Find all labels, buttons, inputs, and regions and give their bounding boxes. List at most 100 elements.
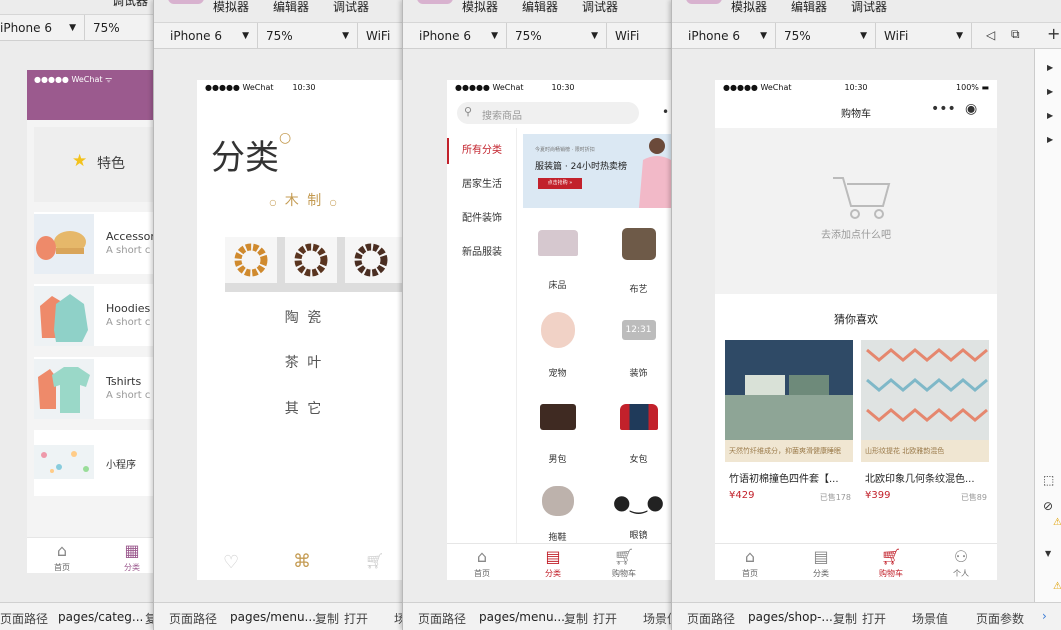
device-select[interactable]: iPhone 6 ▼ bbox=[411, 23, 507, 49]
expand-arrow-icon[interactable]: ▶ bbox=[1047, 135, 1053, 144]
category-tea[interactable]: 茶 叶 bbox=[197, 352, 410, 372]
tshirt-image bbox=[38, 367, 90, 413]
more-icon[interactable]: ••• bbox=[931, 101, 956, 117]
mute-icon[interactable]: ◁ bbox=[986, 28, 995, 42]
chevron-right-icon[interactable]: › bbox=[1042, 609, 1047, 623]
device-select[interactable]: iPhone 6 ▼ bbox=[162, 23, 258, 49]
product-item[interactable]: 宠物 bbox=[517, 306, 598, 386]
product-item[interactable]: 拖鞋 bbox=[517, 478, 598, 543]
featured-banner[interactable]: ★ 特色 bbox=[34, 127, 155, 202]
menu-debugger[interactable]: 调试器 bbox=[582, 0, 618, 15]
open-link[interactable]: 打开 bbox=[862, 610, 886, 627]
expand-arrow-icon[interactable]: ▶ bbox=[1047, 63, 1053, 72]
banner-cta-button[interactable]: 点击抢购 » bbox=[538, 178, 582, 189]
product-item[interactable]: 布艺 bbox=[598, 220, 678, 300]
miniprogram-item[interactable]: 小程序 bbox=[34, 430, 155, 496]
pet-bed-icon bbox=[540, 312, 575, 348]
product-tag: 山形纹提花 北欧雅韵混色 bbox=[861, 440, 989, 462]
menu-simulator[interactable]: 模拟器 bbox=[213, 0, 249, 15]
open-link[interactable]: 打开 bbox=[344, 610, 368, 627]
tab-profile[interactable]: ⚇ 个人 bbox=[941, 546, 981, 579]
cart-icon[interactable]: 🛒︎ bbox=[365, 552, 384, 570]
simulator-window-4: 模拟器 编辑器 调试器 iPhone 6 ▼ 75% ▼ WiFi ▼ ◁ ⧉ + ●… bbox=[671, 0, 1061, 630]
page-title: 分类○ bbox=[211, 130, 292, 178]
zoom-select[interactable]: 75% ▼ bbox=[507, 23, 607, 49]
tab-cart[interactable]: 🛒︎ 购物车 bbox=[604, 546, 644, 579]
menu-debugger[interactable]: 调试器 bbox=[112, 0, 148, 9]
product-card[interactable]: 山形纹提花 北欧雅韵混色 北欧印象几何条纹混色... ¥399 已售89 bbox=[861, 340, 989, 510]
circle-icon: ○ bbox=[279, 130, 292, 146]
product-price: ¥399 bbox=[865, 490, 891, 501]
collapse-arrow-icon[interactable]: ▼ bbox=[1045, 549, 1051, 558]
product-item[interactable]: ●‿● 眼镜 bbox=[598, 478, 678, 541]
network-select[interactable]: WiFi ▼ bbox=[876, 23, 972, 49]
chevron-down-icon: ▼ bbox=[860, 31, 867, 41]
product-card[interactable]: 天然竹纤维成分，抑菌爽滑健康睡眠 竹语初棉撞色四件套【... ¥429 已售17… bbox=[725, 340, 853, 510]
copy-link[interactable]: 复制 bbox=[564, 610, 588, 627]
copy-link[interactable]: 复制 bbox=[833, 610, 857, 627]
list-item[interactable]: Hoodies A short c bbox=[34, 284, 155, 346]
zoom-select[interactable]: 75% ▼ bbox=[776, 23, 876, 49]
menu-debugger[interactable]: 调试器 bbox=[333, 0, 369, 15]
bead-card[interactable] bbox=[345, 237, 410, 283]
product-sold: 已售178 bbox=[819, 493, 851, 502]
network-select[interactable]: WiFi bbox=[607, 23, 678, 49]
zoom-select[interactable]: 75% ▼ bbox=[258, 23, 358, 49]
menu-editor[interactable]: 编辑器 bbox=[273, 0, 309, 15]
menu-simulator[interactable]: 模拟器 bbox=[731, 0, 767, 15]
phone-screen-3: ●●●●● WeChat 10:30 ⚲ 搜索商品 • 所有分类 居家生活 配件… bbox=[447, 80, 678, 580]
sidebar-item-accessories[interactable]: 配件装饰 bbox=[447, 206, 517, 232]
search-box[interactable]: ⚲ 搜索商品 bbox=[457, 102, 639, 124]
inspect-icon[interactable]: ⬚ bbox=[1043, 473, 1054, 487]
tab-category[interactable]: ▤ 分类 bbox=[801, 546, 841, 579]
item-title: Accessor bbox=[106, 230, 155, 243]
product-item[interactable]: 12:31 装饰 bbox=[598, 306, 678, 386]
more-icon[interactable]: • bbox=[662, 105, 669, 119]
close-capsule-icon[interactable]: ◉ bbox=[965, 101, 977, 117]
bead-card[interactable] bbox=[225, 237, 277, 283]
app-icon bbox=[168, 0, 204, 4]
expand-arrow-icon[interactable]: ▶ bbox=[1047, 87, 1053, 96]
tab-cart[interactable]: 🛒︎ 购物车 bbox=[871, 546, 911, 579]
product-thumbnail bbox=[34, 359, 94, 419]
clover-icon[interactable]: ⌘ bbox=[293, 551, 311, 572]
item-subtitle: A short c bbox=[106, 245, 151, 256]
menu-simulator[interactable]: 模拟器 bbox=[462, 0, 498, 15]
open-link[interactable]: 打开 bbox=[593, 610, 617, 627]
zoom-select[interactable]: 75% bbox=[85, 15, 160, 41]
sidebar-item-home[interactable]: 居家生活 bbox=[447, 172, 517, 198]
heart-icon[interactable]: ♡ bbox=[223, 552, 239, 573]
promo-banner[interactable]: 今夏时尚畅销榜 · 限时折扣 服装篇 · 24小时热卖榜 点击抢购 » bbox=[523, 134, 678, 208]
clear-icon[interactable]: ⊘ bbox=[1043, 499, 1053, 513]
product-item[interactable]: 男包 bbox=[517, 392, 598, 472]
product-name: 竹语初棉撞色四件套【... bbox=[729, 474, 839, 485]
list-item[interactable]: Accessor A short c bbox=[34, 212, 155, 274]
chevron-down-icon: ▼ bbox=[342, 31, 349, 41]
expand-arrow-icon[interactable]: ▶ bbox=[1047, 111, 1053, 120]
bead-bracelet-image bbox=[294, 243, 328, 277]
product-item[interactable]: 床品 bbox=[517, 220, 598, 300]
bedding-icon bbox=[537, 230, 578, 256]
category-other[interactable]: 其 它 bbox=[197, 398, 410, 418]
sidebar-item-all[interactable]: 所有分类 bbox=[447, 138, 517, 164]
menu-debugger[interactable]: 调试器 bbox=[851, 0, 887, 15]
window-icon[interactable]: ⧉ bbox=[1011, 27, 1020, 42]
sidebar-item-new-clothing[interactable]: 新品服装 bbox=[447, 240, 517, 266]
category-heading[interactable]: ○ 木 制 ○ bbox=[197, 190, 410, 210]
tab-home[interactable]: ⌂ 首页 bbox=[42, 540, 82, 573]
add-icon[interactable]: + bbox=[1047, 24, 1060, 43]
tab-category[interactable]: ▦ 分类 bbox=[112, 540, 152, 573]
category-ceramic[interactable]: 陶 瓷 bbox=[197, 307, 410, 327]
menu-editor[interactable]: 编辑器 bbox=[791, 0, 827, 15]
device-select[interactable]: iPhone 6 ▼ bbox=[0, 15, 85, 41]
list-item[interactable]: Tshirts A short c bbox=[34, 357, 155, 419]
empty-cart-text: 去添加点什么吧 bbox=[821, 230, 891, 241]
bead-card[interactable] bbox=[285, 237, 337, 283]
menu-editor[interactable]: 编辑器 bbox=[522, 0, 558, 15]
tab-home[interactable]: ⌂ 首页 bbox=[462, 546, 502, 579]
tab-category[interactable]: ▤ 分类 bbox=[533, 546, 573, 579]
device-select[interactable]: iPhone 6 ▼ bbox=[680, 23, 776, 49]
copy-link[interactable]: 复制 bbox=[315, 610, 339, 627]
product-item[interactable]: 女包 bbox=[598, 392, 678, 472]
tab-home[interactable]: ⌂ 首页 bbox=[730, 546, 770, 579]
